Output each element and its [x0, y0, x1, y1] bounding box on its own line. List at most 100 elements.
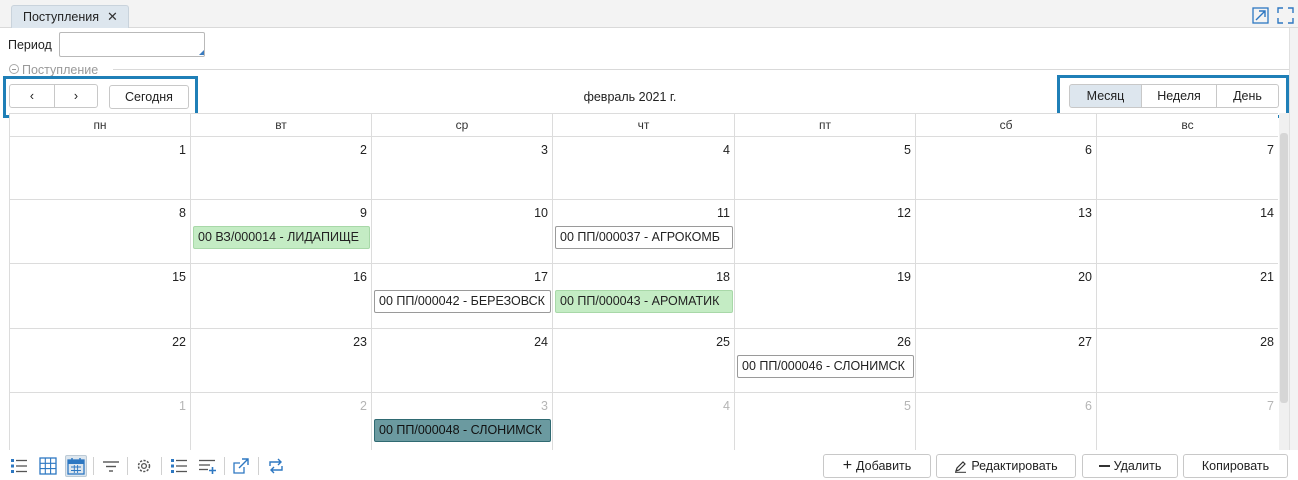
- calendar-event[interactable]: 00 ПП/000037 - АГРОКОМБ: [555, 226, 733, 249]
- day-cell[interactable]: 26 00 ПП/000046 - СЛОНИМСК: [735, 329, 916, 393]
- day-number: 18: [716, 270, 730, 284]
- delete-button[interactable]: Удалить: [1082, 454, 1178, 478]
- day-cell[interactable]: 28: [1097, 329, 1278, 393]
- calendar-scrollbar-thumb[interactable]: [1280, 133, 1288, 403]
- day-number: 28: [1260, 335, 1274, 349]
- day-cell[interactable]: 24: [372, 329, 553, 393]
- list-view-icon[interactable]: [8, 455, 30, 477]
- day-number: 5: [904, 399, 911, 413]
- calendar-event[interactable]: 00 ВЗ/000014 - ЛИДАПИЩЕ: [193, 226, 370, 249]
- day-cell[interactable]: 10: [372, 200, 553, 264]
- day-cell[interactable]: 4: [553, 393, 735, 450]
- panel-scrollbar[interactable]: [1289, 28, 1298, 480]
- day-cell[interactable]: 23: [191, 329, 372, 393]
- calendar-event[interactable]: 00 ПП/000046 - СЛОНИМСК: [737, 355, 914, 378]
- weekday-header: сб: [916, 113, 1097, 137]
- day-cell[interactable]: 6: [916, 137, 1097, 200]
- calendar-event[interactable]: 00 ПП/000043 - АРОМАТИК: [555, 290, 733, 313]
- fullscreen-icon[interactable]: [1276, 6, 1295, 25]
- day-cell[interactable]: 19: [735, 264, 916, 329]
- day-cell[interactable]: 25: [553, 329, 735, 393]
- day-cell[interactable]: 9 00 ВЗ/000014 - ЛИДАПИЩЕ: [191, 200, 372, 264]
- filter-icon[interactable]: [100, 455, 122, 477]
- toolbar-separator: [93, 457, 94, 475]
- numbered-list-icon[interactable]: [168, 455, 190, 477]
- day-cell[interactable]: 5: [735, 137, 916, 200]
- plus-icon: +: [842, 457, 853, 474]
- day-number: 20: [1078, 270, 1092, 284]
- day-cell[interactable]: 13: [916, 200, 1097, 264]
- day-cell[interactable]: 20: [916, 264, 1097, 329]
- day-cell[interactable]: 3 00 ПП/000048 - СЛОНИМСК: [372, 393, 553, 450]
- day-cell[interactable]: 16: [191, 264, 372, 329]
- export-icon[interactable]: [230, 455, 252, 477]
- day-number: 3: [541, 399, 548, 413]
- day-cell[interactable]: 7: [1097, 137, 1278, 200]
- weekday-header: вс: [1097, 113, 1278, 137]
- day-cell[interactable]: 12: [735, 200, 916, 264]
- day-cell[interactable]: 2: [191, 137, 372, 200]
- day-cell[interactable]: 1: [10, 137, 191, 200]
- period-label: Период: [8, 38, 52, 52]
- day-number: 27: [1078, 335, 1092, 349]
- period-picker-corner-icon[interactable]: [199, 50, 204, 55]
- day-number: 2: [360, 143, 367, 157]
- settings-gear-icon[interactable]: [133, 455, 155, 477]
- toolbar-separator: [161, 457, 162, 475]
- pencil-icon: [955, 460, 967, 473]
- add-row-list-icon[interactable]: [196, 455, 218, 477]
- calendar-scrollbar[interactable]: [1279, 113, 1289, 450]
- day-number: 12: [897, 206, 911, 220]
- day-number: 25: [716, 335, 730, 349]
- toolbar-separator: [127, 457, 128, 475]
- day-cell[interactable]: 7: [1097, 393, 1278, 450]
- day-cell[interactable]: 4: [553, 137, 735, 200]
- day-number: 21: [1260, 270, 1274, 284]
- day-cell[interactable]: 5: [735, 393, 916, 450]
- add-button-label: Добавить: [856, 459, 912, 473]
- day-cell[interactable]: 14: [1097, 200, 1278, 264]
- day-cell[interactable]: 6: [916, 393, 1097, 450]
- day-cell[interactable]: 3: [372, 137, 553, 200]
- refresh-icon[interactable]: [265, 455, 287, 477]
- day-number: 4: [723, 399, 730, 413]
- edit-button[interactable]: Редактировать: [936, 454, 1076, 478]
- day-number: 6: [1085, 143, 1092, 157]
- day-number: 5: [904, 143, 911, 157]
- day-cell[interactable]: 2: [191, 393, 372, 450]
- view-day-button[interactable]: День: [1216, 84, 1279, 108]
- day-cell[interactable]: 17 00 ПП/000042 - БЕРЕЗОВСК: [372, 264, 553, 329]
- calendar-view-icon[interactable]: [65, 455, 87, 477]
- day-cell[interactable]: 8: [10, 200, 191, 264]
- copy-button-label: Копировать: [1201, 459, 1270, 473]
- day-number: 16: [353, 270, 367, 284]
- day-cell[interactable]: 27: [916, 329, 1097, 393]
- day-number: 8: [179, 206, 186, 220]
- day-cell[interactable]: 22: [10, 329, 191, 393]
- day-cell[interactable]: 18 00 ПП/000043 - АРОМАТИК: [553, 264, 735, 329]
- copy-button[interactable]: Копировать: [1183, 454, 1288, 478]
- grid-view-icon[interactable]: [37, 455, 59, 477]
- open-in-new-window-icon[interactable]: [1251, 6, 1270, 25]
- tab-postupleniya[interactable]: Поступления ✕: [11, 5, 129, 28]
- day-number: 6: [1085, 399, 1092, 413]
- weekday-header: вт: [191, 113, 372, 137]
- day-number: 17: [534, 270, 548, 284]
- view-week-button[interactable]: Неделя: [1141, 84, 1217, 108]
- day-cell[interactable]: 11 00 ПП/000037 - АГРОКОМБ: [553, 200, 735, 264]
- calendar-event[interactable]: 00 ПП/000048 - СЛОНИМСК: [374, 419, 551, 442]
- close-icon[interactable]: ✕: [107, 9, 118, 25]
- day-number: 19: [897, 270, 911, 284]
- day-cell[interactable]: 21: [1097, 264, 1278, 329]
- day-number: 7: [1267, 143, 1274, 157]
- add-button[interactable]: + Добавить: [823, 454, 931, 478]
- collapse-group-icon[interactable]: [9, 64, 19, 74]
- day-number: 13: [1078, 206, 1092, 220]
- weekday-header: пн: [10, 113, 191, 137]
- calendar-event[interactable]: 00 ПП/000042 - БЕРЕЗОВСК: [374, 290, 551, 313]
- tab-title: Поступления: [23, 10, 99, 24]
- day-cell[interactable]: 15: [10, 264, 191, 329]
- day-cell[interactable]: 1: [10, 393, 191, 450]
- view-month-button[interactable]: Месяц: [1069, 84, 1142, 108]
- period-input[interactable]: [59, 32, 205, 57]
